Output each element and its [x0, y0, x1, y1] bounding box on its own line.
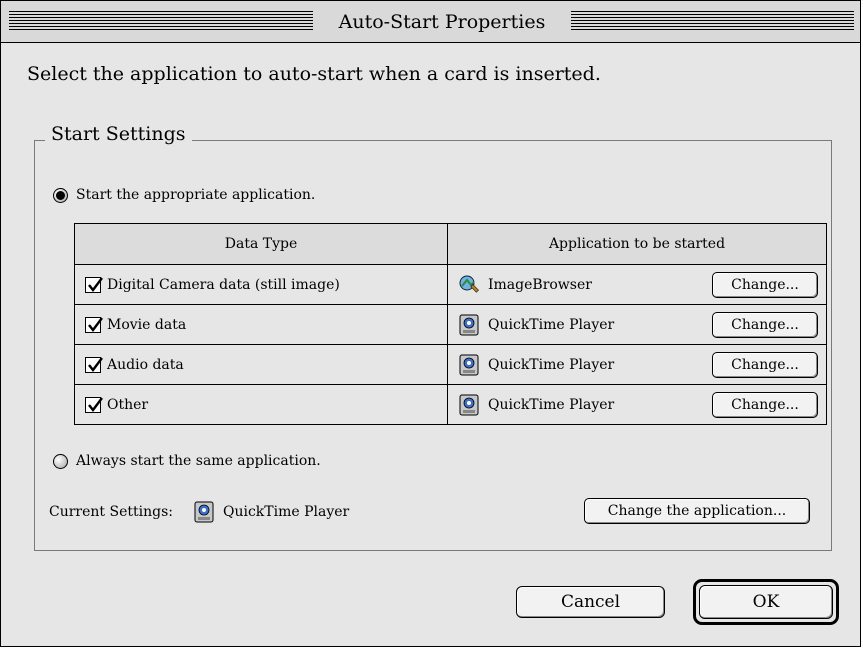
current-settings-label: Current Settings: [49, 504, 173, 520]
application-cell: QuickTime Player Change... [447, 384, 827, 425]
instruction-text: Select the application to auto-start whe… [27, 63, 601, 85]
current-settings: Current Settings: QuickTime Player [49, 501, 349, 523]
checkbox-movie[interactable] [85, 316, 103, 333]
radio-always-same-label: Always start the same application. [76, 453, 321, 469]
ok-button[interactable]: OK [699, 585, 833, 619]
window-title: Auto-Start Properties [313, 9, 571, 35]
table-row: Digital Camera data (still image) ImageB… [74, 264, 827, 305]
imagebrowser-icon [458, 274, 480, 296]
radio-button-unselected[interactable] [53, 453, 68, 469]
table-row: Other QuickTime Player Change... [74, 384, 827, 425]
application-name: QuickTime Player [488, 316, 615, 333]
checkbox-digital-camera[interactable] [85, 276, 103, 293]
data-type-cell: Digital Camera data (still image) [74, 264, 448, 305]
data-type-label: Other [107, 396, 149, 413]
column-header-application: Application to be started [447, 223, 827, 265]
change-application-button[interactable]: Change the application... [584, 498, 810, 524]
application-name: QuickTime Player [488, 396, 615, 413]
application-cell: QuickTime Player Change... [447, 304, 827, 345]
change-button-audio[interactable]: Change... [712, 351, 818, 378]
title-bar[interactable]: Auto-Start Properties [1, 1, 860, 43]
column-header-data-type: Data Type [74, 223, 448, 265]
title-bar-stripes-right [571, 11, 854, 32]
change-button-other[interactable]: Change... [712, 391, 818, 418]
application-cell: ImageBrowser Change... [447, 264, 827, 305]
data-type-table: Data Type Application to be started Digi… [74, 223, 827, 425]
application-name: QuickTime Player [488, 356, 615, 373]
quicktime-icon [458, 314, 480, 336]
quicktime-icon [458, 394, 480, 416]
current-settings-app: QuickTime Player [222, 504, 350, 520]
application-name: ImageBrowser [488, 276, 592, 293]
start-settings-label: Start Settings [45, 123, 192, 145]
data-type-label: Digital Camera data (still image) [107, 276, 340, 293]
radio-start-appropriate[interactable]: Start the appropriate application. [53, 187, 315, 203]
radio-always-same[interactable]: Always start the same application. [53, 453, 321, 469]
checkbox-other[interactable] [85, 396, 103, 413]
change-button-digital-camera[interactable]: Change... [712, 271, 818, 298]
table-row: Movie data QuickTime Player Change... [74, 304, 827, 345]
title-bar-stripes-left [9, 11, 313, 32]
radio-button-selected[interactable] [53, 187, 68, 203]
cancel-button[interactable]: Cancel [516, 586, 665, 618]
checkbox-audio[interactable] [85, 356, 103, 373]
data-type-cell: Other [74, 384, 448, 425]
data-type-cell: Movie data [74, 304, 448, 345]
radio-start-appropriate-label: Start the appropriate application. [76, 187, 316, 203]
application-cell: QuickTime Player Change... [447, 344, 827, 385]
quicktime-icon [458, 354, 480, 376]
data-type-label: Movie data [107, 316, 187, 333]
data-type-cell: Audio data [74, 344, 448, 385]
quicktime-icon [193, 501, 215, 523]
data-type-label: Audio data [107, 356, 184, 373]
change-button-movie[interactable]: Change... [712, 311, 818, 338]
table-row: Audio data QuickTime Player Change... [74, 344, 827, 385]
auto-start-properties-dialog: Auto-Start Properties Select the applica… [0, 0, 861, 647]
